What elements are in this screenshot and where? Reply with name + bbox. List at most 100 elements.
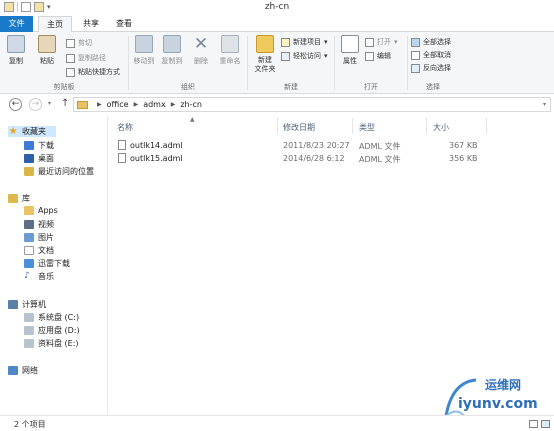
downloads-icon [24, 141, 34, 150]
select-none-button[interactable]: 全部取消 [411, 50, 451, 60]
nav-label: 音乐 [38, 272, 54, 281]
folder-icon [77, 100, 88, 109]
select-group: 全部选择 全部取消 反向选择 选择 [408, 32, 458, 94]
nav-label: 下载 [38, 141, 54, 150]
new-item-label: 新建项目 [293, 38, 321, 46]
breadcrumb-item[interactable]: admx [143, 100, 166, 109]
nav-pictures[interactable]: 图片 [24, 232, 54, 243]
nav-desktop[interactable]: 桌面 [24, 153, 54, 164]
tab-file[interactable]: 文件 [0, 16, 33, 32]
column-header-type[interactable]: 类型 [359, 122, 375, 133]
navigation-pane: ★ 收藏夹 下载 桌面 最近访问的位置 库 Apps 视频 图片 文档 迅雷下载… [0, 116, 108, 415]
properties-label: 属性 [343, 57, 357, 65]
watermark-en: iyunv.com [458, 396, 538, 412]
new-item-button[interactable]: 新建项目 ▾ [281, 37, 328, 47]
nav-music[interactable]: ♪ 音乐 [24, 271, 54, 282]
tab-home[interactable]: 主页 [38, 16, 72, 33]
nav-libraries[interactable]: 库 [8, 193, 30, 204]
paste-button[interactable]: 粘贴 [36, 35, 58, 66]
new-folder-button[interactable]: 新建 文件夹 [251, 35, 279, 74]
window-title: zh-cn [264, 2, 290, 12]
column-header-size[interactable]: 大小 [433, 122, 449, 133]
file-row[interactable]: outlk15.adml 2014/6/28 6:12 ADML 文件 356 … [108, 152, 554, 165]
chevron-down-icon: ▾ [324, 52, 328, 60]
file-type: ADML 文件 [359, 142, 401, 151]
select-all-icon [411, 37, 420, 47]
details-view-icon[interactable] [529, 420, 538, 428]
properties-button[interactable]: 属性 [339, 35, 361, 66]
nav-label: 图片 [38, 233, 54, 242]
file-size: 367 KB [449, 141, 478, 150]
cut-button[interactable]: 剪切 [66, 38, 92, 48]
nav-drive-e[interactable]: 资料盘 (E:) [24, 338, 79, 349]
column-header-date[interactable]: 修改日期 [283, 122, 315, 133]
copy-icon [7, 35, 25, 53]
nav-apps[interactable]: Apps [24, 206, 58, 215]
nav-network[interactable]: 网络 [8, 365, 38, 376]
nav-computer[interactable]: 计算机 [8, 299, 46, 310]
drive-icon [24, 339, 34, 348]
nav-documents[interactable]: 文档 [24, 245, 54, 256]
large-icons-view-icon[interactable] [541, 420, 550, 428]
ribbon-tabs: 文件 主页 共享 查看 [0, 16, 554, 33]
divider[interactable] [277, 118, 278, 134]
address-box[interactable]: ▶ office ▶ admx ▶ zh-cn ▾ [73, 97, 551, 112]
chevron-down-icon: ▾ [394, 38, 398, 46]
copy-button[interactable]: 复制 [6, 35, 26, 66]
nav-drive-c[interactable]: 系统盘 (C:) [24, 312, 79, 323]
invert-selection-button[interactable]: 反向选择 [411, 63, 451, 73]
recent-locations-dropdown[interactable]: ▾ [48, 100, 51, 107]
select-none-icon [411, 50, 420, 60]
nav-label: 视频 [38, 220, 54, 229]
nav-label: 资料盘 (E:) [38, 339, 79, 348]
paste-shortcut-label: 粘贴快捷方式 [78, 68, 120, 76]
nav-label: Apps [38, 206, 58, 215]
file-type: ADML 文件 [359, 155, 401, 164]
edit-button[interactable]: 编辑 [365, 51, 391, 61]
nav-drive-d[interactable]: 应用盘 (D:) [24, 325, 80, 336]
nav-thunder-downloads[interactable]: 迅雷下载 [24, 258, 70, 269]
copy-path-button[interactable]: 复制路径 [66, 53, 106, 63]
select-all-label: 全部选择 [423, 38, 451, 46]
open-button[interactable]: 打开 ▾ [365, 37, 398, 47]
tab-share[interactable]: 共享 [76, 16, 106, 32]
nav-videos[interactable]: 视频 [24, 219, 54, 230]
select-all-button[interactable]: 全部选择 [411, 37, 451, 47]
divider[interactable] [352, 118, 353, 134]
file-size: 356 KB [449, 154, 478, 163]
chevron-right-icon: ▶ [133, 101, 139, 108]
rename-button[interactable]: 重命名 [217, 35, 243, 66]
file-row[interactable]: outlk14.adml 2011/8/23 20:27 ADML 文件 367… [108, 139, 554, 152]
open-group-label: 打开 [364, 83, 378, 91]
new-group: 新建 文件夹 新建项目 ▾ 轻松访问 ▾ 新建 [248, 32, 334, 94]
nav-downloads[interactable]: 下载 [24, 140, 54, 151]
divider[interactable] [426, 118, 427, 134]
folder-icon [24, 206, 34, 215]
delete-button[interactable]: ✕ 删除 [191, 35, 211, 66]
nav-label: 系统盘 (C:) [38, 313, 80, 322]
column-header-name[interactable]: 名称 [117, 122, 133, 133]
divider[interactable] [486, 118, 487, 134]
nav-favorites[interactable]: ★ 收藏夹 [8, 126, 56, 137]
nav-label: 最近访问的位置 [38, 167, 94, 176]
move-to-button[interactable]: 移动到 [131, 35, 157, 66]
file-list-pane: ▲ 名称 修改日期 类型 大小 outlk14.adml 2011/8/23 2… [108, 116, 554, 415]
forward-button[interactable]: → [29, 98, 42, 111]
copy-to-button[interactable]: 复制到 [159, 35, 185, 66]
file-icon [118, 153, 126, 163]
ribbon: 复制 粘贴 剪切 复制路径 粘贴快捷方式 剪贴板 移动到 复制到 ✕ 删除 重命… [0, 32, 554, 94]
delete-icon: ✕ [193, 34, 209, 54]
tab-view[interactable]: 查看 [110, 16, 138, 32]
paste-icon [38, 35, 56, 53]
open-group: 属性 打开 ▾ 编辑 打开 [335, 32, 407, 94]
breadcrumb-item[interactable]: office [107, 100, 129, 109]
back-button[interactable]: ← [9, 98, 22, 111]
nav-recent[interactable]: 最近访问的位置 [24, 166, 94, 177]
chevron-down-icon[interactable]: ▾ [543, 101, 546, 108]
up-button[interactable]: ↑ [61, 98, 69, 109]
rename-icon [221, 35, 239, 53]
paste-shortcut-button[interactable]: 粘贴快捷方式 [66, 67, 120, 77]
breadcrumb-item[interactable]: zh-cn [180, 100, 202, 109]
copy-path-label: 复制路径 [78, 54, 106, 62]
easy-access-button[interactable]: 轻松访问 ▾ [281, 51, 328, 61]
